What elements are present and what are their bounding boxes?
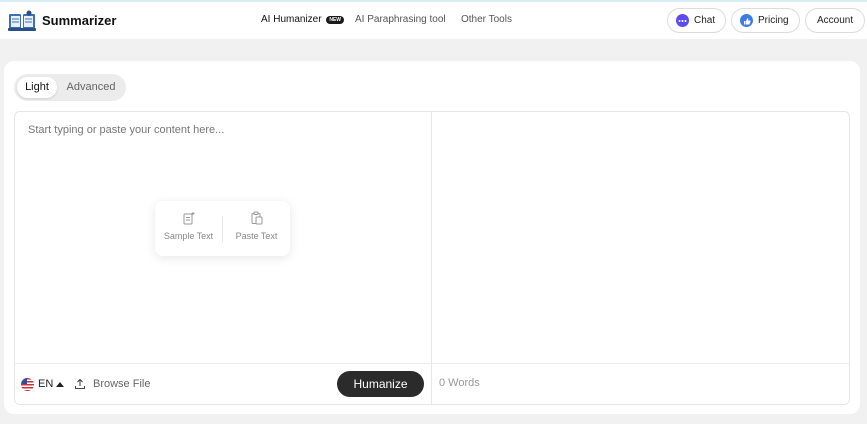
nav-ai-humanizer[interactable]: AI Humanizer NEW [261,14,345,25]
word-count: 0 Words [439,377,480,389]
mode-toggle: Light Advanced [14,74,126,101]
quick-actions-popup: Sample Text Paste Text [155,201,290,256]
book-logo-icon[interactable] [8,10,36,32]
pricing-button[interactable]: Pricing [731,8,800,33]
thumbs-up-icon [740,14,753,27]
mode-light-tab[interactable]: Light [17,77,57,98]
nav-other-tools[interactable]: Other Tools [461,14,512,25]
chat-icon [676,14,689,27]
upload-icon [74,378,86,390]
header: Summarizer AI Humanizer NEW AI Paraphras… [0,2,867,39]
humanize-button[interactable]: Humanize [337,371,424,397]
caret-up-icon [56,381,65,387]
sample-text-label: Sample Text [163,231,214,241]
input-textarea[interactable]: Start typing or paste your content here.… [28,124,224,136]
nav-ai-paraphrasing-tool[interactable]: AI Paraphrasing tool [355,14,446,25]
account-button-label: Account [817,15,854,26]
mode-advanced-tab[interactable]: Advanced [61,77,121,98]
chat-button-label: Chat [694,15,716,26]
brand-name[interactable]: Summarizer [42,13,116,28]
pricing-button-label: Pricing [758,15,789,26]
editor-divider [431,112,432,404]
us-flag-icon [21,377,34,391]
language-selector[interactable]: EN [21,377,65,391]
language-code: EN [38,378,54,390]
sample-text-button[interactable]: Sample Text [155,209,222,241]
browse-file-label: Browse File [93,378,151,390]
clipboard-icon [251,211,262,225]
paste-text-label: Paste Text [235,231,278,241]
editor-panel [14,111,850,405]
sample-text-icon [183,212,194,225]
nav-ai-humanizer-label: AI Humanizer [261,14,322,25]
paste-text-button[interactable]: Paste Text [223,209,290,241]
new-badge: NEW [326,16,345,24]
chat-button[interactable]: Chat [667,8,727,33]
editor-footer-divider [15,363,849,364]
browse-file-button[interactable]: Browse File [74,377,150,391]
account-button[interactable]: Account [805,8,866,33]
